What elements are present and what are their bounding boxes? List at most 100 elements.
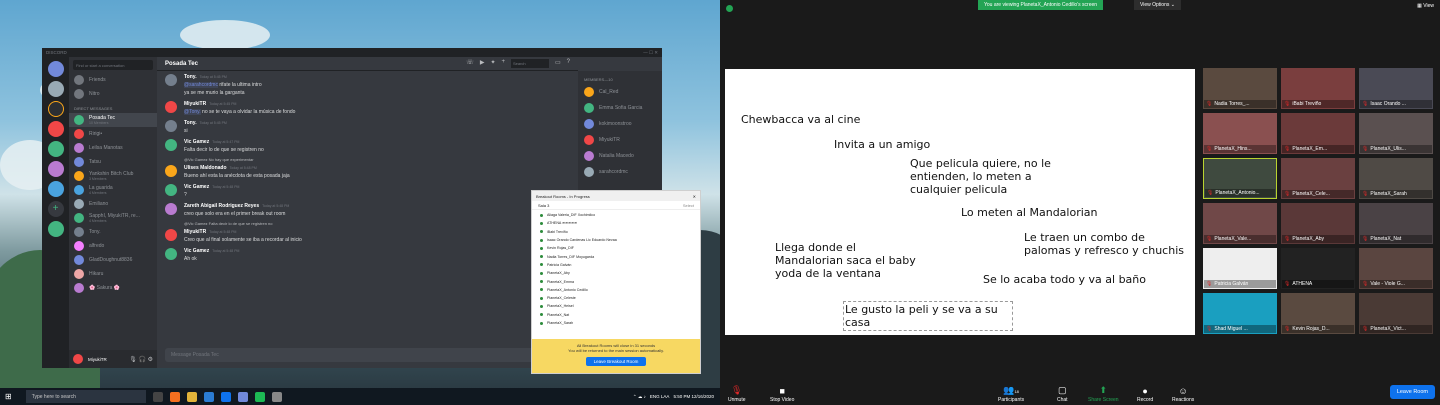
zoom-icon[interactable] <box>220 391 231 402</box>
server-icon[interactable] <box>47 81 64 97</box>
spotify-icon[interactable] <box>254 391 265 402</box>
dm-item[interactable]: Tatsu <box>69 155 157 169</box>
participant-tile[interactable]: 🎙 ATHENA <box>1281 248 1355 289</box>
avatar[interactable] <box>73 354 83 364</box>
pin-icon[interactable]: ✦ <box>490 59 495 68</box>
call-icon[interactable]: ☏ <box>466 59 474 68</box>
server-icon[interactable] <box>47 141 64 157</box>
server-icon[interactable] <box>47 101 64 117</box>
participant-tile[interactable]: 🎙 PlanetaX_Ulis... <box>1359 113 1433 154</box>
message-input[interactable]: Message Posada Tec <box>165 348 570 362</box>
nitro-item[interactable]: Nitro <box>69 87 157 101</box>
slide-text-selected[interactable]: Le gusto la peli y se va a su casa <box>843 301 1013 331</box>
avatar[interactable] <box>165 229 177 241</box>
taskbar-search-input[interactable]: Type here to search <box>25 390 146 403</box>
breakout-room-row[interactable]: Sala 3 Select <box>532 201 700 210</box>
member-item[interactable]: Natalia Macedo <box>578 148 662 164</box>
avatar[interactable] <box>165 184 177 196</box>
dm-item[interactable]: alfredo <box>69 239 157 253</box>
task-view-icon[interactable] <box>152 391 163 402</box>
dm-item[interactable]: Ririgi• <box>69 127 157 141</box>
message-author[interactable]: Vic Gamez <box>184 248 209 254</box>
share-screen-button[interactable]: ⬆ Share Screen <box>1088 385 1119 403</box>
dm-item[interactable]: SapphI, MiyukiTR, re... 4 Members <box>69 211 157 225</box>
leave-room-button[interactable]: Leave Room <box>1389 385 1435 399</box>
word-icon[interactable] <box>203 391 214 402</box>
reply-preview[interactable]: @Vic Gamez No hay que experimentar <box>184 155 578 162</box>
message-author[interactable]: Vic Gamez <box>184 139 209 145</box>
explore-icon[interactable] <box>47 221 64 237</box>
participant-tile[interactable]: 🎙 PlanetaX_Vict... <box>1359 293 1433 334</box>
participant-tile[interactable]: 🎙 PlanetaX_Em... <box>1281 113 1355 154</box>
dm-item[interactable]: Leilsa Manotas <box>69 141 157 155</box>
avatar[interactable] <box>165 139 177 151</box>
avatar[interactable] <box>165 165 177 177</box>
participant-tile[interactable]: 🎙 Isaac Orando ... <box>1359 68 1433 109</box>
message-author[interactable]: Tony. <box>184 74 197 80</box>
mention[interactable]: @sarahcordmc <box>184 82 218 88</box>
help-icon[interactable]: ? <box>567 59 570 68</box>
message-author[interactable]: Vic Gamez <box>184 184 209 190</box>
participant-tile[interactable]: 🎙 Vale - Viole G... <box>1359 248 1433 289</box>
participant-tile[interactable]: 🎙 PlanetaX_Cele... <box>1281 158 1355 199</box>
dm-item[interactable]: Yankshin Bitch Club 3 Members <box>69 169 157 183</box>
member-item[interactable]: Emma Sofia Garcia <box>578 100 662 116</box>
close-icon[interactable]: ✕ <box>693 194 696 199</box>
server-icon[interactable] <box>47 181 64 197</box>
member-item[interactable]: sarahcordmc <box>578 164 662 180</box>
participant-tile[interactable]: 🎙 iBabi Treviño <box>1281 68 1355 109</box>
participant-tile[interactable]: 🎙 PlanetaX_Antonio... <box>1203 158 1277 199</box>
security-shield-icon[interactable] <box>726 5 733 12</box>
discord-taskbar-icon[interactable] <box>237 391 248 402</box>
folder-icon[interactable] <box>186 391 197 402</box>
mention[interactable]: @Tony. <box>184 109 201 115</box>
dm-item[interactable]: Tony. <box>69 225 157 239</box>
tray-icons[interactable]: ⌃ ☁ ♪ <box>633 394 646 400</box>
chat-button[interactable]: ▢ Chat <box>1057 385 1068 403</box>
participant-tile[interactable]: 🎙 PlanetaX_Hins... <box>1203 113 1277 154</box>
avatar[interactable] <box>165 120 177 132</box>
participant-tile[interactable]: 🎙 PlanetaX_Sarah <box>1359 158 1433 199</box>
avatar[interactable] <box>165 203 177 215</box>
participant-tile[interactable]: 🎙 Shad Miguel ... <box>1203 293 1277 334</box>
dm-item[interactable]: Posada Tec 10 Members <box>69 113 157 127</box>
participant-tile[interactable]: 🎙 PlanetaX_Nat <box>1359 203 1433 244</box>
dm-item[interactable]: La guarida 4 Members <box>69 183 157 197</box>
reply-preview[interactable]: @Vic Gamez Falta decir lo de que se regi… <box>184 219 578 226</box>
participant-tile[interactable]: 🎙 Patricia Galván <box>1203 248 1277 289</box>
app-icon[interactable] <box>271 391 282 402</box>
server-icon[interactable] <box>47 121 64 137</box>
message-author[interactable]: Ulises Maldonado <box>184 165 227 171</box>
view-options-button[interactable]: View Options ⌄ <box>1134 0 1181 10</box>
message-author[interactable]: MiyukiTR <box>184 101 206 107</box>
room-action[interactable]: Select <box>683 203 694 208</box>
message-author[interactable]: Tony. <box>184 120 197 126</box>
member-item[interactable]: Cal_Red <box>578 84 662 100</box>
view-button[interactable]: ▦ View <box>1417 3 1434 9</box>
avatar[interactable] <box>165 74 177 86</box>
dm-item[interactable]: Emiliano <box>69 197 157 211</box>
add-member-icon[interactable]: + <box>501 59 505 68</box>
video-button[interactable]: ■ Stop Video <box>770 386 794 403</box>
avatar[interactable] <box>165 101 177 113</box>
home-icon[interactable] <box>47 61 64 77</box>
firefox-icon[interactable] <box>169 391 180 402</box>
participant-tile[interactable]: 🎙 PlanetaX_Vale... <box>1203 203 1277 244</box>
record-button[interactable]: ● Record <box>1137 386 1153 403</box>
inbox-icon[interactable]: ▭ <box>555 59 561 68</box>
friends-item[interactable]: Friends <box>69 73 157 87</box>
participant-tile[interactable]: 🎙 Nadia Torres_... <box>1203 68 1277 109</box>
message-author[interactable]: Zareth Abigail Rodriguez Reyes <box>184 203 259 209</box>
dm-item[interactable]: 🌸 Sakura 🌸 <box>69 281 157 295</box>
server-icon[interactable] <box>47 161 64 177</box>
reactions-button[interactable]: ☺ Reactions <box>1172 386 1194 403</box>
avatar[interactable] <box>165 248 177 260</box>
search-input[interactable]: Search <box>510 59 549 68</box>
dm-search-input[interactable]: Find or start a conversation <box>73 60 153 70</box>
member-item[interactable]: MiyukiTR <box>578 132 662 148</box>
language-indicator[interactable]: ENG LAA <box>650 394 670 399</box>
mute-button[interactable]: 🎙 Unmute <box>728 385 746 403</box>
dm-item[interactable]: Hikaru <box>69 267 157 281</box>
add-server-icon[interactable]: + <box>47 201 64 217</box>
member-item[interactable]: kokimoonstroo <box>578 116 662 132</box>
